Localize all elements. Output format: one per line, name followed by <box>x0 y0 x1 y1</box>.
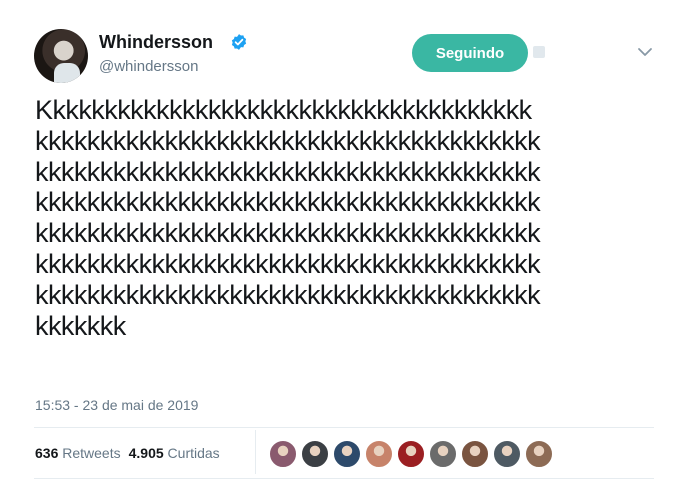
divider <box>34 478 654 479</box>
tweet-text: Kkkkkkkkkkkkkkkkkkkkkkkkkkkkkkkkkkkkkk k… <box>35 95 665 341</box>
tweet-text-line: kkkkkkkkkkkkkkkkkkkkkkkkkkkkkkkkkkkkkkk <box>35 187 541 218</box>
liker-avatar-8[interactable] <box>493 440 521 468</box>
stats-separator <box>255 430 256 474</box>
retweets-stat[interactable]: 636 Retweets <box>35 445 121 461</box>
retweets-label: Retweets <box>62 445 121 461</box>
liker-avatar-6[interactable] <box>429 440 457 468</box>
tweet-timestamp[interactable]: 15:53 - 23 de mai de 2019 <box>35 397 198 413</box>
liker-avatar-1[interactable] <box>269 440 297 468</box>
chevron-down-icon[interactable] <box>637 46 653 58</box>
tweet-text-line: kkkkkkkkkkkkkkkkkkkkkkkkkkkkkkkkkkkkkkk <box>35 156 541 187</box>
tweet-text-line: kkkkkkkkkkkkkkkkkkkkkkkkkkkkkkkkkkkkkkk <box>35 218 541 249</box>
liker-avatar-7[interactable] <box>461 440 489 468</box>
likes-stat[interactable]: 4.905 Curtidas <box>129 445 220 461</box>
tweet-text-line: kkkkkkkkkkkkkkkkkkkkkkkkkkkkkkkkkkkkkkk <box>35 279 541 310</box>
retweets-count: 636 <box>35 445 59 461</box>
tweet-text-line: kkkkkkk <box>35 310 126 341</box>
tweet-text-line: kkkkkkkkkkkkkkkkkkkkkkkkkkkkkkkkkkkkkkk <box>35 125 541 156</box>
user-handle[interactable]: @whindersson <box>99 58 198 75</box>
tweet-text-line: Kkkkkkkkkkkkkkkkkkkkkkkkkkkkkkkkkkkkkk <box>35 95 532 125</box>
following-button[interactable]: Seguindo <box>412 34 528 72</box>
verified-badge-icon <box>231 34 247 50</box>
liker-avatar-5[interactable] <box>397 440 425 468</box>
liker-avatar-4[interactable] <box>365 440 393 468</box>
tweet-stats: 636 Retweets 4.905 Curtidas <box>35 445 220 461</box>
divider <box>34 427 654 428</box>
notifications-icon[interactable] <box>533 46 545 58</box>
liker-avatar-3[interactable] <box>333 440 361 468</box>
avatar[interactable] <box>34 29 88 83</box>
likes-count: 4.905 <box>128 445 164 461</box>
liker-avatar-9[interactable] <box>525 440 553 468</box>
liker-avatar-2[interactable] <box>301 440 329 468</box>
likes-label: Curtidas <box>167 445 220 461</box>
tweet-card: Whindersson @whindersson Seguindo Kkkkkk… <box>0 0 680 494</box>
tweet-text-line: kkkkkkkkkkkkkkkkkkkkkkkkkkkkkkkkkkkkkkk <box>35 248 541 279</box>
display-name[interactable]: Whindersson <box>99 32 213 53</box>
